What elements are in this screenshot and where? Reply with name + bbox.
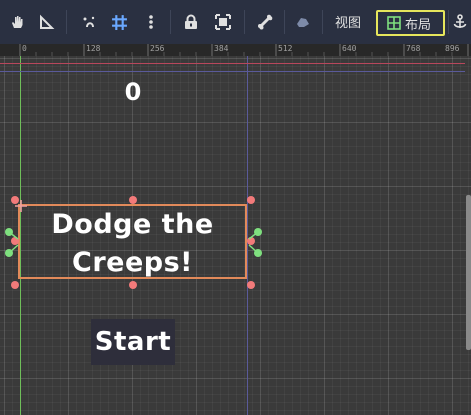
ruler-tick-label: 512 [278,44,293,53]
bone-icon[interactable] [254,8,276,36]
smart-snap-icon[interactable] [78,8,100,36]
horizontal-ruler[interactable]: 0 128 256 384 512 640 768 896 [0,44,471,56]
toolbar-separator [244,10,245,34]
more-vertical-icon[interactable] [142,8,160,36]
toolbar-separator [448,10,449,34]
ruler-tick-label: 0 [22,44,27,53]
lock-icon[interactable] [180,8,202,36]
ruler-tick-label: 768 [406,44,421,53]
resize-handle[interactable] [247,281,255,289]
resize-handle[interactable] [11,281,19,289]
ruler-tick-label: 640 [342,44,357,53]
message-label-text: Dodge the Creeps! [51,209,214,278]
layout-button[interactable]: 布局 [376,10,445,36]
start-button[interactable]: Start [91,319,175,365]
ruler-tick-label: 384 [214,44,229,53]
pan-hand-icon[interactable] [6,8,28,36]
x-axis-guide [0,63,465,64]
toolbar-separator [66,10,67,34]
ruler-tick-label: 256 [150,44,165,53]
toolbar-separator [170,10,171,34]
layout-grid-icon [387,16,401,30]
toolbar-separator [322,10,323,34]
viewport-top-line [0,71,465,72]
anchor-right-lines [248,231,259,254]
ruler-tool-icon[interactable] [36,8,58,36]
resize-handle[interactable] [247,196,255,204]
anchor-icon[interactable] [451,8,469,36]
ruler-tick-label: 128 [86,44,101,53]
grid-snap-icon[interactable] [108,8,130,36]
pivot-icon [15,200,27,212]
score-label[interactable]: 0 [121,78,145,106]
group-icon[interactable] [212,8,234,36]
resize-handle[interactable] [129,281,137,289]
view-menu[interactable]: 视图 [335,12,361,36]
skeleton-icon[interactable] [292,8,314,36]
layout-button-label: 布局 [405,17,432,33]
toolbar-separator [284,10,285,34]
resize-handle[interactable] [129,196,137,204]
ruler-tick-label: 896 [445,44,460,53]
vertical-scrollbar[interactable] [466,195,471,350]
anchor-left-lines [8,231,19,254]
editor-toolbar: 视图 布局 [0,0,471,44]
